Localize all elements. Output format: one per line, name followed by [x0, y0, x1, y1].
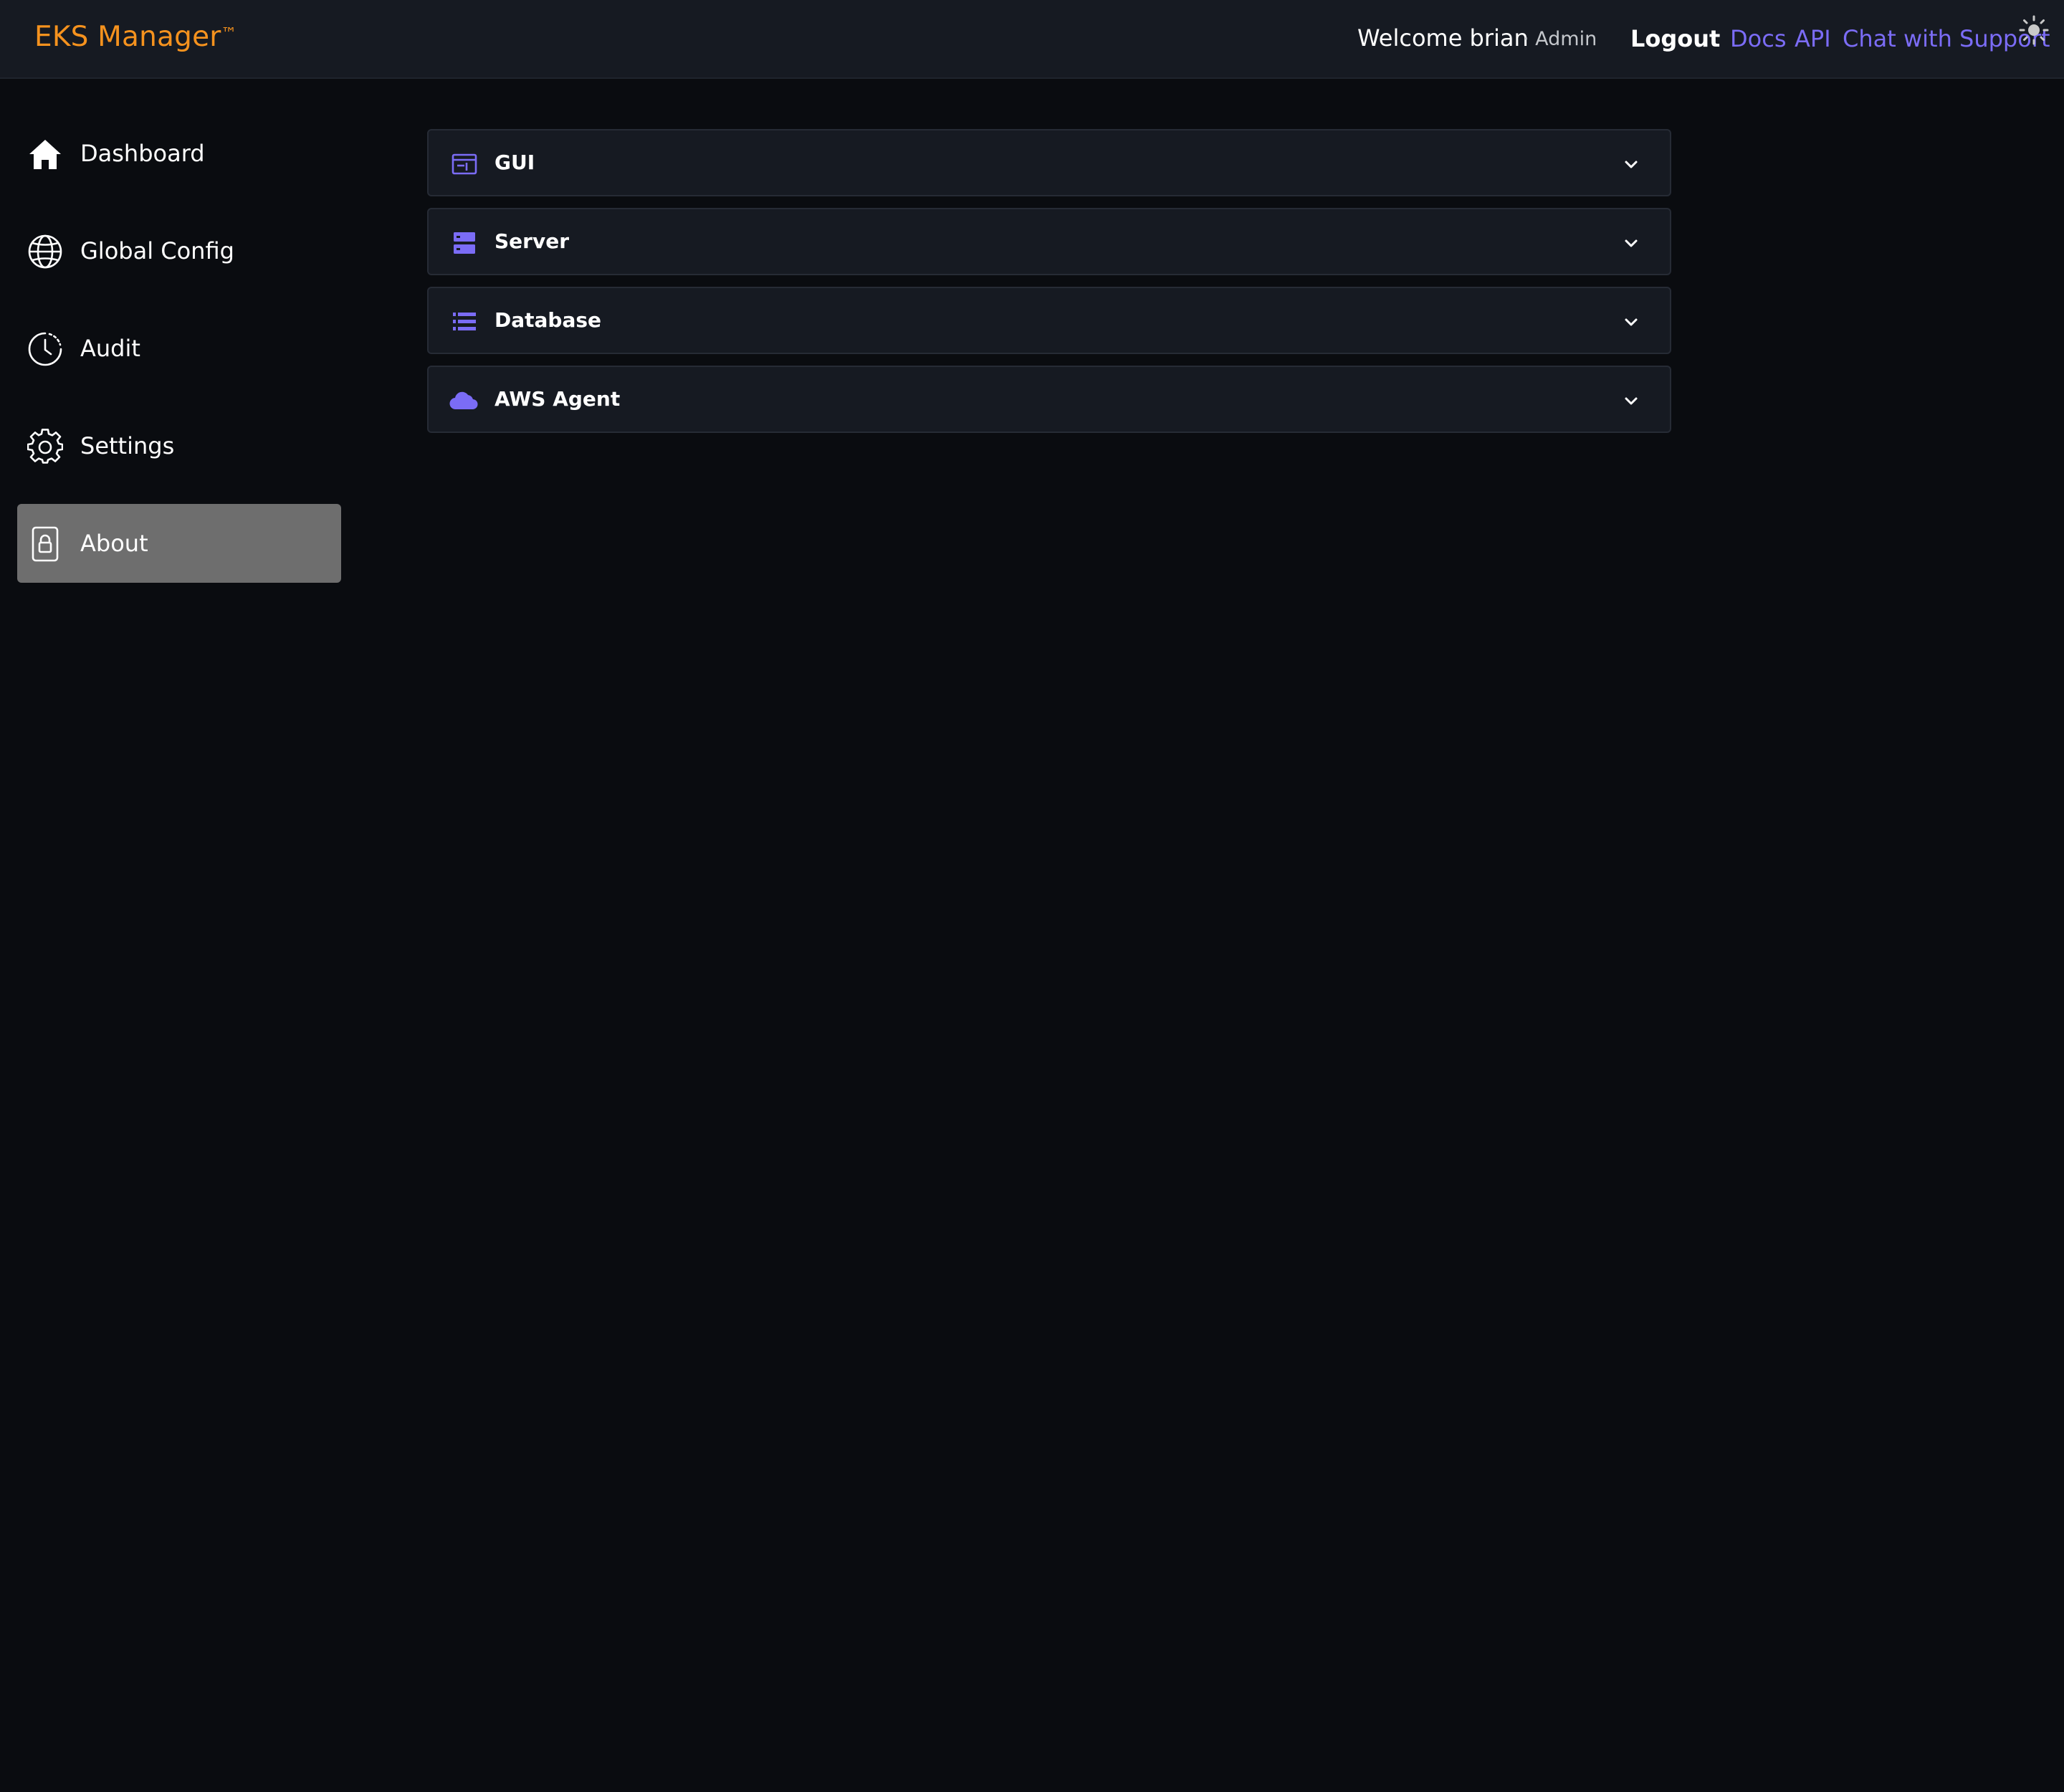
docs-link[interactable]: Docs	[1730, 25, 1786, 52]
clock-icon	[27, 331, 63, 367]
welcome-text: Welcome brian	[1357, 24, 1529, 52]
logout-button[interactable]: Logout	[1630, 25, 1720, 52]
globe-icon	[27, 234, 63, 270]
brand-logo[interactable]: EKS Manager™	[34, 21, 237, 53]
sidebar-item-audit[interactable]: Audit	[17, 309, 341, 388]
sidebar-item-label: Dashboard	[80, 140, 205, 167]
sidebar-item-label: Global Config	[80, 237, 234, 264]
accordion-section-label: Server	[494, 229, 570, 253]
sidebar-item-global-config[interactable]: Global Config	[17, 211, 341, 290]
window-icon	[452, 151, 477, 177]
lock-icon	[27, 526, 63, 562]
server-icon	[452, 230, 477, 256]
accordion-section-server[interactable]: Server	[427, 208, 1671, 275]
sidebar-item-label: About	[80, 530, 148, 557]
sidebar-item-settings[interactable]: Settings	[17, 406, 341, 485]
user-role: · Admin	[1523, 28, 1597, 50]
chevron-down-icon	[1621, 155, 1641, 175]
sidebar-item-about[interactable]: About	[17, 504, 341, 583]
chevron-down-icon	[1621, 234, 1641, 254]
sun-icon[interactable]	[2018, 14, 2050, 46]
accordion-section-database[interactable]: Database	[427, 287, 1671, 354]
chevron-down-icon	[1621, 313, 1641, 333]
brand-name: EKS Manager	[34, 21, 221, 53]
accordion-section-label: Database	[494, 308, 602, 332]
cloud-icon	[449, 388, 479, 414]
sidebar-item-dashboard[interactable]: Dashboard	[17, 114, 341, 193]
trademark-mark: ™	[221, 25, 237, 43]
sidebar: Dashboard Global Config Audit Settings A…	[0, 80, 357, 1792]
chevron-down-icon	[1621, 391, 1641, 411]
database-list-icon	[452, 309, 477, 335]
about-accordion: GUI Server Database AWS Agent	[427, 129, 1671, 444]
gear-icon	[27, 429, 64, 464]
api-link[interactable]: API	[1795, 25, 1831, 52]
top-header: EKS Manager™ Welcome brian · Admin Logou…	[0, 0, 2064, 79]
accordion-section-label: AWS Agent	[494, 387, 621, 411]
home-icon	[27, 136, 63, 172]
accordion-section-gui[interactable]: GUI	[427, 129, 1671, 196]
accordion-section-label: GUI	[494, 151, 535, 174]
sidebar-item-label: Audit	[80, 335, 140, 362]
accordion-section-aws-agent[interactable]: AWS Agent	[427, 366, 1671, 433]
sidebar-item-label: Settings	[80, 432, 175, 459]
